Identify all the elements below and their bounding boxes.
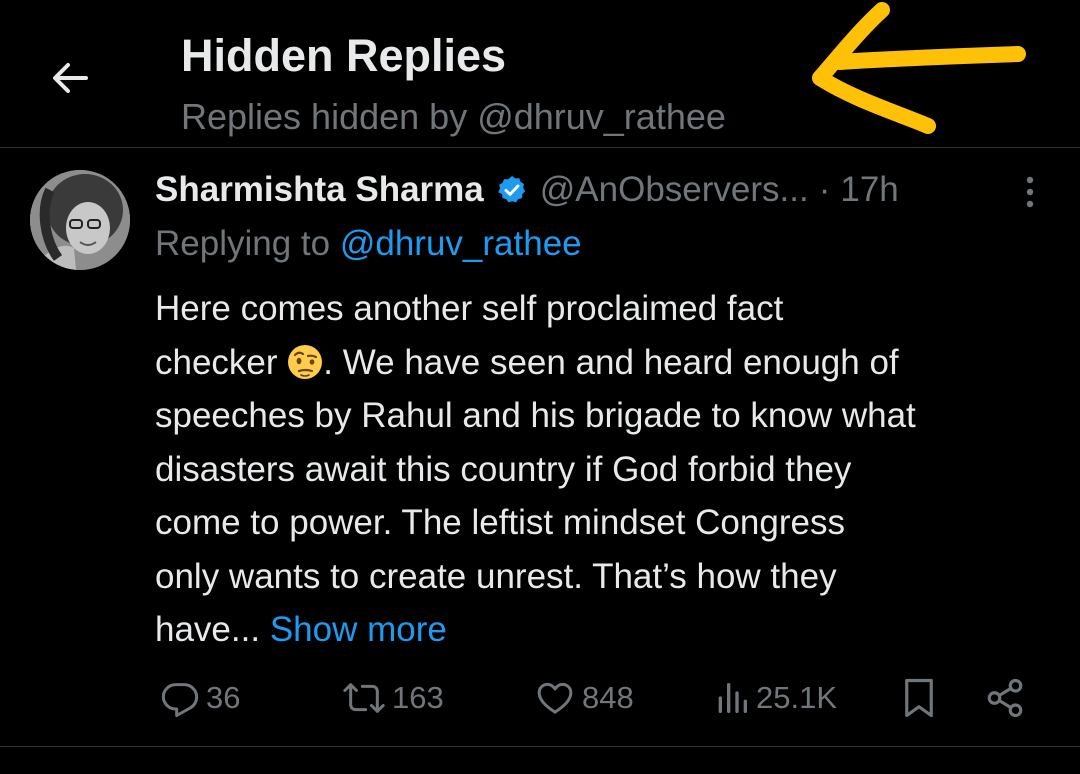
views-icon xyxy=(718,683,747,713)
tweet-text-line: only wants to create unrest. That’s how … xyxy=(155,556,837,596)
annotation-arrow-icon xyxy=(812,2,1026,134)
share-button[interactable] xyxy=(984,670,1026,726)
reply-icon xyxy=(161,683,199,717)
author-name[interactable]: Sharmishta Sharma xyxy=(155,170,484,210)
avatar[interactable] xyxy=(30,170,130,270)
tweet-body: Here comes another self proclaimed fact … xyxy=(155,282,1055,657)
tweet-text-line: come to power. The leftist mindset Congr… xyxy=(155,503,845,542)
tweet[interactable]: Sharmishta Sharma @AnObservers... · 17h … xyxy=(0,148,1080,747)
show-more-link[interactable]: Show more xyxy=(270,610,447,649)
verified-badge-icon xyxy=(496,174,528,206)
tweet-text-line: have... Show more xyxy=(155,603,1055,657)
author-handle[interactable]: @AnObservers... xyxy=(540,170,809,210)
like-button[interactable]: 848 xyxy=(534,670,634,726)
arrow-left-icon xyxy=(53,63,88,93)
reply-count: 36 xyxy=(206,680,241,715)
views-button[interactable]: 25.1K xyxy=(714,670,837,726)
avatar-image xyxy=(30,170,130,270)
views-count: 25.1K xyxy=(756,680,838,715)
tweet-timestamp[interactable]: 17h xyxy=(840,170,898,210)
tweet-header: Sharmishta Sharma @AnObservers... · 17h xyxy=(155,168,899,212)
replying-to: Replying to @dhruv_rathee xyxy=(155,224,582,264)
heart-icon xyxy=(537,682,573,714)
tweet-actions: 36 163 848 25.1K xyxy=(0,670,1080,726)
separator-dot: · xyxy=(818,170,831,209)
bookmark-icon xyxy=(905,678,933,718)
page-subtitle: Replies hidden by @dhruv_rathee xyxy=(181,96,726,137)
tweet-text-line: checker . We have seen and heard enough … xyxy=(155,336,1055,390)
tweet-text-line: Here comes another self proclaimed fact xyxy=(155,289,784,328)
retweet-icon xyxy=(343,683,385,713)
face-with-raised-eyebrow-icon xyxy=(288,344,323,379)
more-options-button[interactable] xyxy=(1008,170,1052,214)
page-title: Hidden Replies xyxy=(181,30,507,81)
tweet-text-line: disasters await this country if God forb… xyxy=(155,449,852,489)
header: Hidden Replies Replies hidden by @dhruv_… xyxy=(0,0,1080,148)
retweet-count: 163 xyxy=(392,680,444,715)
bookmark-button[interactable] xyxy=(900,670,938,726)
tweet-text-fragment: checker xyxy=(155,342,278,382)
retweet-button[interactable]: 163 xyxy=(342,670,444,726)
reply-button[interactable]: 36 xyxy=(160,670,240,726)
back-button[interactable] xyxy=(40,48,100,108)
share-icon xyxy=(987,678,1023,718)
more-vertical-icon xyxy=(1026,176,1034,208)
like-count: 848 xyxy=(582,680,634,715)
replying-to-handle-link[interactable]: @dhruv_rathee xyxy=(340,224,582,263)
replying-to-label: Replying to xyxy=(155,224,331,263)
tweet-text-fragment: . We have seen and heard enough of xyxy=(323,342,899,382)
tweet-text-line: speeches by Rahul and his brigade to kno… xyxy=(155,396,916,435)
tweet-text-fragment: have... xyxy=(155,610,261,649)
